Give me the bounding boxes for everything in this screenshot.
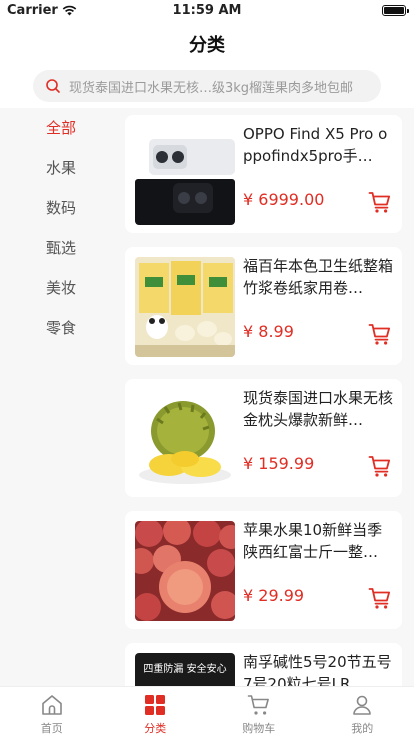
product-image-durian xyxy=(135,389,235,489)
add-to-cart-icon[interactable] xyxy=(368,454,392,478)
product-name: 苹果水果10新鲜当季陕西红富士斤一整… xyxy=(243,521,383,561)
add-to-cart-icon[interactable] xyxy=(368,190,392,214)
tab-label: 分类 xyxy=(144,722,167,735)
user-icon xyxy=(353,695,372,715)
product-card[interactable]: 福百年本色卫生纸整箱竹浆卷纸家用卷… ¥ 8.99 xyxy=(125,247,402,365)
product-image-caption: 四重防漏 安全安心 xyxy=(143,664,227,675)
product-price: ¥ 29.99 xyxy=(243,586,305,605)
tab-profile[interactable]: 我的 xyxy=(311,687,414,736)
category-item-selection[interactable]: 甄选 xyxy=(0,228,124,268)
product-image-phone xyxy=(135,125,235,225)
page-title: 分类 xyxy=(189,35,225,56)
category-sidebar: 全部 水果 数码 甄选 美妆 零食 xyxy=(0,108,124,686)
product-card[interactable]: 现货泰国进口水果无核金枕头爆款新鲜… ¥ 159.99 xyxy=(125,379,402,497)
product-image-apple xyxy=(135,521,235,621)
product-image-tissue xyxy=(135,257,235,357)
status-time: 11:59 AM xyxy=(172,3,242,18)
status-bar: Carrier 11:59 AM xyxy=(0,0,414,22)
category-item-digital[interactable]: 数码 xyxy=(0,188,124,228)
product-price: ¥ 159.99 xyxy=(243,454,315,473)
product-price: ¥ 8.99 xyxy=(243,322,294,341)
product-name: OPPO Find X5 Pro oppofindx5pro手… xyxy=(243,125,388,165)
product-name: 南孚碱性5号20节五号7号20粒七号LR… xyxy=(243,653,392,686)
product-card[interactable]: 苹果水果10新鲜当季陕西红富士斤一整… ¥ 29.99 xyxy=(125,511,402,629)
battery-icon xyxy=(382,5,409,16)
category-grid-icon xyxy=(145,695,166,715)
category-item-snacks[interactable]: 零食 xyxy=(0,308,124,348)
product-card[interactable]: 四重防漏 安全安心 南孚碱性5号20节五号7号20粒七号LR… xyxy=(125,643,402,686)
product-name: 现货泰国进口水果无核金枕头爆款新鲜… xyxy=(243,389,393,429)
add-to-cart-icon[interactable] xyxy=(368,586,392,610)
tab-label: 购物车 xyxy=(242,722,276,735)
tab-category[interactable]: 分类 xyxy=(104,687,208,736)
tab-label: 我的 xyxy=(351,722,374,735)
cart-icon xyxy=(247,695,269,715)
product-image-battery: 四重防漏 安全安心 xyxy=(135,653,235,686)
add-to-cart-icon[interactable] xyxy=(368,322,392,346)
bottom-tab-bar: 首页 分类 购物车 我的 xyxy=(0,686,414,736)
category-item-all[interactable]: 全部 xyxy=(0,108,124,148)
tab-label: 首页 xyxy=(40,722,63,735)
category-item-fruit[interactable]: 水果 xyxy=(0,148,124,188)
product-name: 福百年本色卫生纸整箱竹浆卷纸家用卷… xyxy=(243,257,393,297)
search-bar[interactable]: 现货泰国进口水果无核…级3kg榴莲果肉多地包邮 xyxy=(33,70,381,102)
home-icon xyxy=(41,695,62,715)
tab-home[interactable]: 首页 xyxy=(0,687,104,736)
search-placeholder: 现货泰国进口水果无核…级3kg榴莲果肉多地包邮 xyxy=(69,80,354,96)
product-card[interactable]: OPPO Find X5 Pro oppofindx5pro手… ¥ 6999.… xyxy=(125,115,402,233)
product-list: OPPO Find X5 Pro oppofindx5pro手… ¥ 6999.… xyxy=(124,108,414,686)
search-icon xyxy=(46,79,60,93)
category-item-beauty[interactable]: 美妆 xyxy=(0,268,124,308)
tab-cart[interactable]: 购物车 xyxy=(207,687,311,736)
product-price: ¥ 6999.00 xyxy=(243,190,325,209)
